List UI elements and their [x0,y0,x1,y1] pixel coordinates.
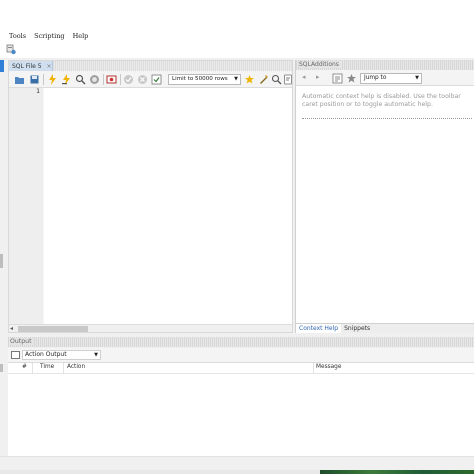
help-text-line: caret position or to toggle automatic he… [302,101,433,108]
status-bar [0,456,474,470]
output-type-value: Action Output [25,351,67,358]
home-toolbar [0,41,474,58]
tab-sql-file-5[interactable]: SQL File 5 × [9,61,53,71]
column-divider [63,363,64,373]
sql-editor-panel: SQL File 5 × Limit to 50000 rows ▼ 1 ◂ [8,60,293,333]
cancel-circle-icon[interactable] [137,74,148,85]
check-circle-icon[interactable] [123,74,134,85]
editor-tab-strip: SQL File 5 × [9,61,292,71]
magnifier-lightning-icon[interactable] [75,74,86,85]
find-icon[interactable] [258,74,269,85]
menu-tools[interactable]: Tools [0,32,30,40]
scroll-left-icon[interactable]: ◂ [10,325,13,332]
column-header-action[interactable]: Action [67,364,85,370]
forward-arrow-icon[interactable]: ▸ [316,73,320,81]
manual-help-icon[interactable] [346,73,357,84]
save-icon[interactable] [29,74,40,85]
sql-text-area[interactable] [44,88,292,324]
autocommit-icon[interactable] [151,74,162,85]
lightning-icon[interactable] [47,74,58,85]
help-divider [302,118,472,119]
output-header: Output [8,337,474,347]
auto-help-toggle-icon[interactable] [332,73,343,84]
toolbar-separator [120,74,121,85]
tab-context-help[interactable]: Context Help [296,324,342,333]
chevron-down-icon: ▼ [234,76,238,82]
folder-open-icon[interactable] [14,74,25,85]
sql-additions-tabs: Context Help Snippets [296,323,474,333]
toggle-output-icon[interactable] [106,74,117,85]
tab-label: SQL File 5 [12,62,42,70]
toolbar-separator [103,74,104,85]
sql-additions-header: SQLAdditions [296,60,474,70]
workbench-window: Tools Scripting Help SQL File 5 × Limit … [0,0,474,474]
menu-scripting[interactable]: Scripting [30,32,68,40]
context-help-message: Automatic context help is disabled. Use … [302,93,474,109]
header-divider [8,373,474,374]
lightning-cursor-icon[interactable] [61,74,72,85]
jump-to-select[interactable]: Jump to ▼ [360,73,422,84]
beautify-icon[interactable] [244,74,255,85]
horizontal-scrollbar[interactable]: ◂ [9,324,292,332]
word-wrap-icon[interactable] [284,74,292,85]
output-title: Output [10,338,34,345]
back-arrow-icon[interactable]: ◂ [302,73,306,81]
stop-icon[interactable] [89,74,100,85]
title-strip [0,0,474,30]
jump-to-value: Jump to [364,75,387,81]
home-icon[interactable] [5,43,17,55]
sidebar-edge-marker [0,60,4,72]
line-number-gutter: 1 [9,88,43,324]
invisible-chars-icon[interactable] [271,74,282,85]
column-divider [32,363,33,373]
menu-bar: Tools Scripting Help [0,30,474,41]
limit-rows-value: Limit to 50000 rows [172,76,228,82]
sidebar-splitter[interactable] [0,254,3,268]
desktop-background [320,470,474,474]
menu-help[interactable]: Help [69,32,93,40]
sql-additions-panel: SQLAdditions ◂ ▸ Jump to ▼ Automatic con… [295,60,474,333]
chevron-down-icon: ▼ [415,75,419,81]
line-number: 1 [36,88,40,95]
output-window-icon [11,351,20,359]
column-header-time[interactable]: Time [40,364,54,370]
desktop-strip [0,470,320,474]
toolbar-separator [43,74,44,85]
output-type-select[interactable]: Action Output ▼ [22,350,101,360]
output-toolbar: Action Output ▼ [8,348,474,362]
column-header-message[interactable]: Message [316,364,341,370]
chevron-down-icon: ▼ [94,352,98,358]
sql-additions-toolbar: ◂ ▸ Jump to ▼ [296,70,474,86]
column-header-number[interactable]: # [22,364,27,370]
panel-title: SQLAdditions [299,61,341,68]
sidebar-edge-mark [0,364,3,372]
help-text-line: Automatic context help is disabled. Use … [302,93,461,100]
limit-rows-select[interactable]: Limit to 50000 rows ▼ [168,74,241,85]
tab-snippets[interactable]: Snippets [341,324,373,333]
output-table: # Time Action Message [8,362,474,456]
scrollbar-thumb[interactable] [18,326,88,332]
close-icon[interactable]: × [47,63,52,70]
editor-toolbar: Limit to 50000 rows ▼ [9,71,292,88]
column-divider [313,363,314,373]
